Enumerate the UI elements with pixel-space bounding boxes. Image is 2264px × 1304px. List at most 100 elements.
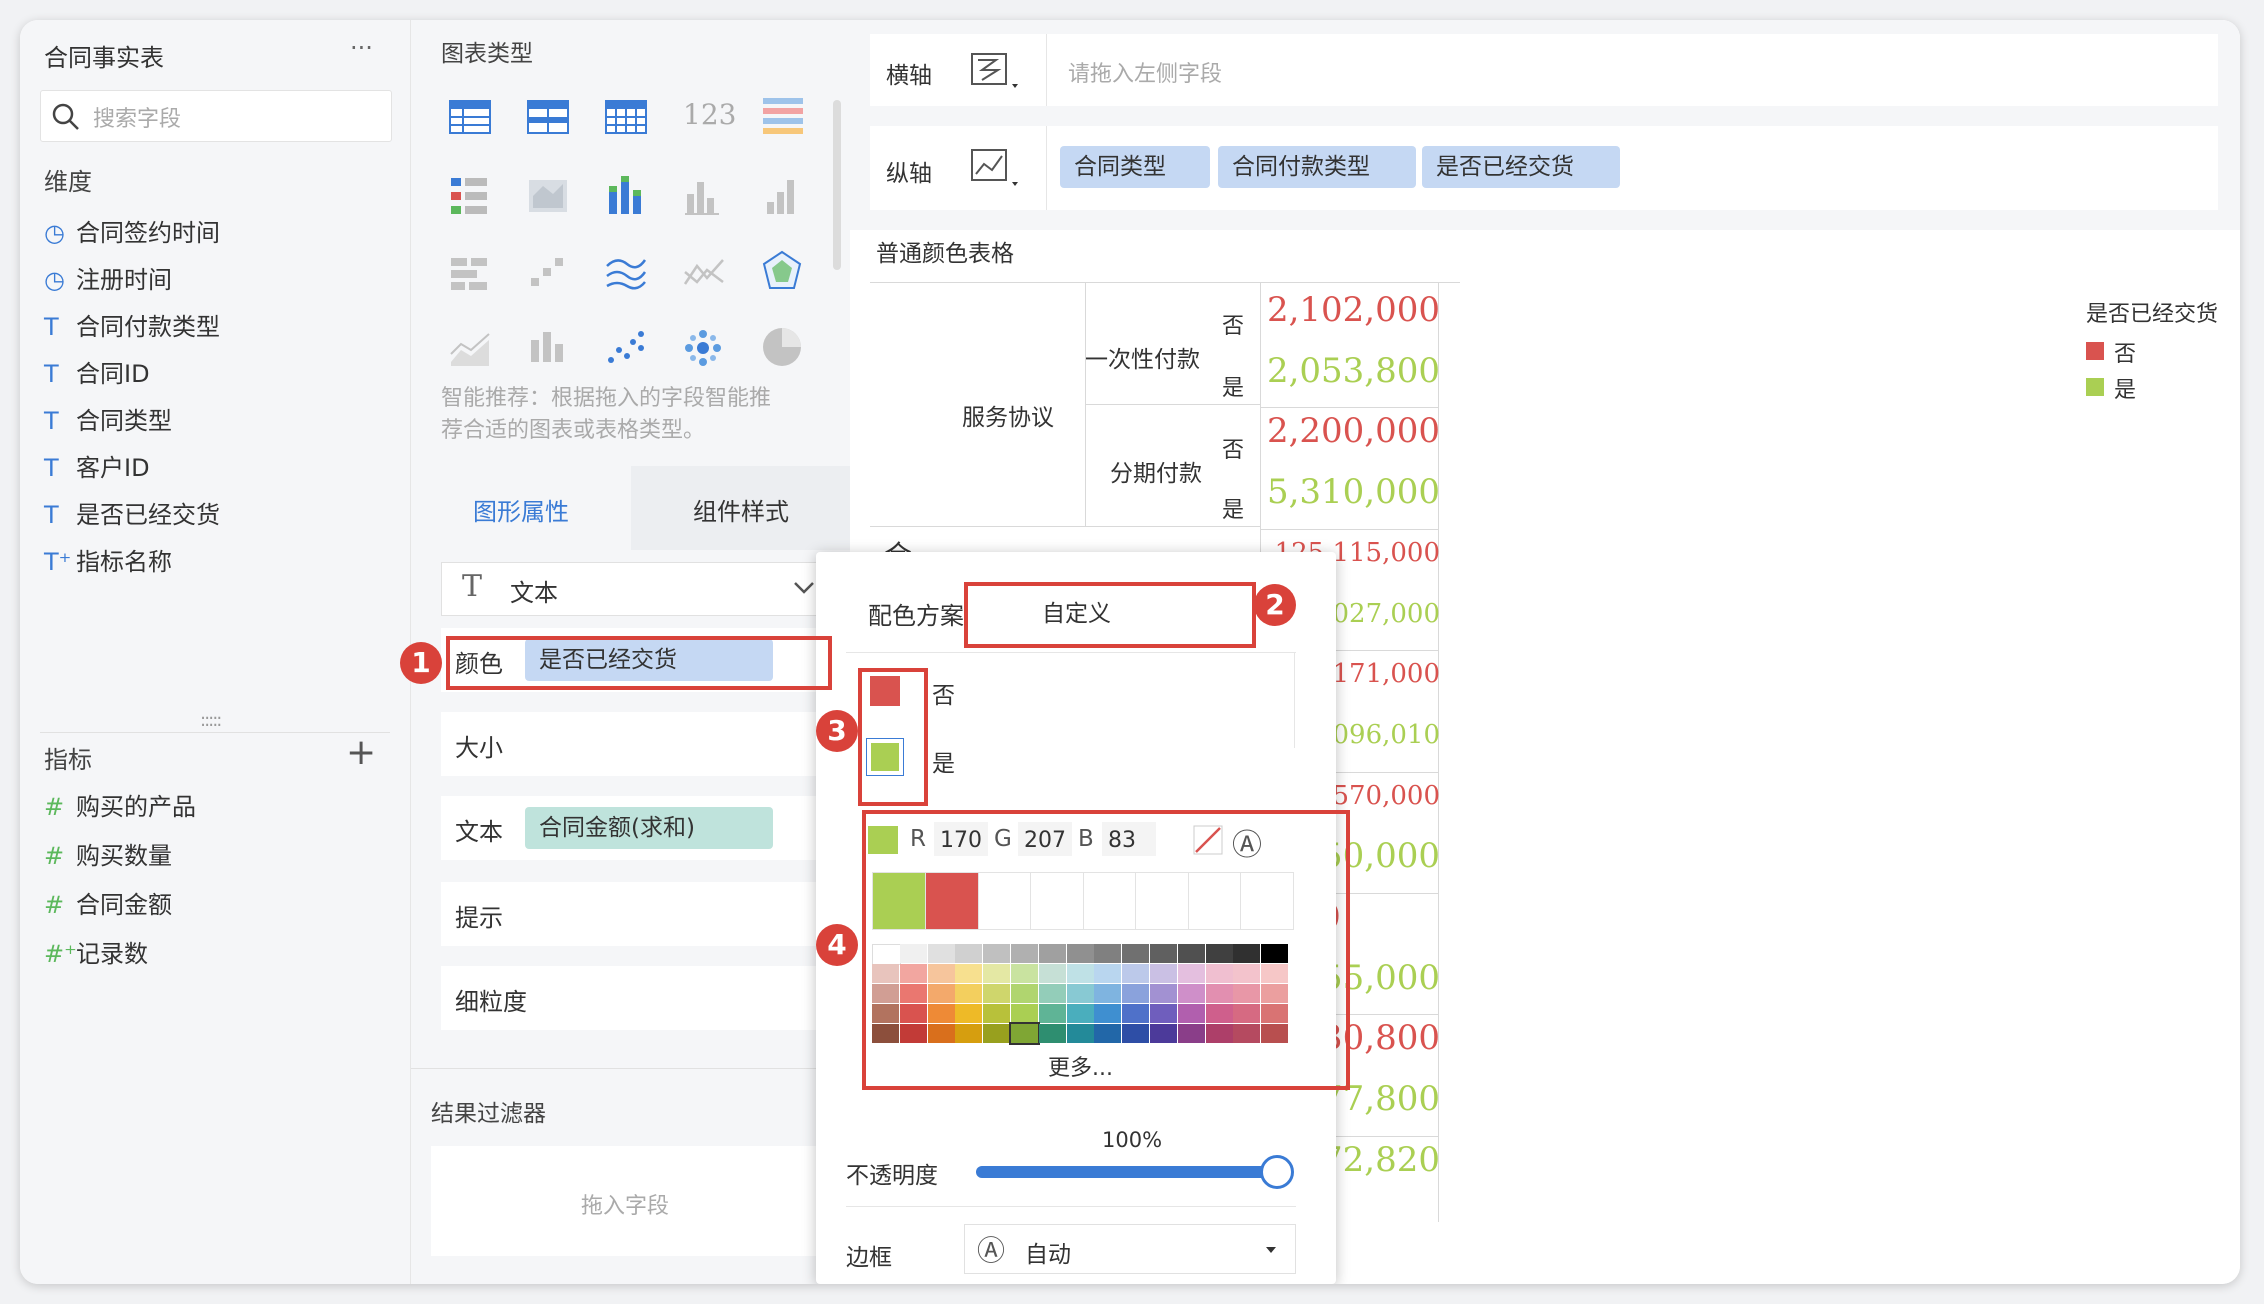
field-label: 合同金额	[76, 891, 172, 919]
y-field-chip[interactable]: 合同类型	[1060, 146, 1210, 188]
step-chart-icon[interactable]	[527, 254, 567, 292]
annotation-box-3	[858, 668, 928, 806]
text-icon: T	[44, 360, 59, 388]
annotation-badge-3: 3	[816, 710, 858, 752]
annotation-badge-1: 1	[400, 642, 442, 684]
line-chart-icon[interactable]	[683, 252, 725, 292]
radar-chart-icon[interactable]	[761, 250, 803, 292]
range-bar-icon[interactable]	[451, 252, 489, 292]
table-title: 普通颜色表格	[876, 241, 1014, 267]
drag-handle[interactable]: :::::	[200, 710, 222, 731]
divider	[411, 1068, 851, 1069]
bubble-chart-icon[interactable]	[681, 326, 725, 370]
size-property[interactable]: 大小	[441, 712, 831, 776]
text-formula-icon: T⁺	[44, 548, 72, 576]
field-item[interactable]: T 合同类型	[44, 404, 172, 438]
divider	[1046, 126, 1047, 210]
field-label: 合同签约时间	[76, 219, 220, 247]
filter-drop-zone[interactable]: 拖入字段	[431, 1146, 831, 1256]
legend-swatch	[2086, 378, 2104, 396]
text-property[interactable]: 文本 合同金额(求和)	[441, 796, 831, 860]
field-item[interactable]: T 是否已经交货	[44, 498, 220, 532]
opacity-label: 不透明度	[846, 1163, 938, 1189]
multi-line-icon[interactable]	[605, 252, 647, 292]
field-label: 购买的产品	[76, 793, 196, 821]
y-axis-row[interactable]: 纵轴 合同类型 合同付款类型 是否已经交货	[870, 126, 2218, 210]
chevron-down-icon	[794, 582, 814, 594]
field-item[interactable]: T 合同ID	[44, 357, 150, 391]
field-item[interactable]: T 客户ID	[44, 451, 150, 485]
opacity-slider[interactable]	[976, 1155, 1294, 1189]
stacked-bar-icon[interactable]	[607, 174, 645, 216]
annotation-badge-4: 4	[816, 924, 858, 966]
annotation-badge-2: 2	[1254, 584, 1296, 626]
field-label: 是否已经交货	[76, 501, 220, 529]
y-field-chip[interactable]: 是否已经交货	[1422, 146, 1620, 188]
legend-list-icon[interactable]	[451, 176, 487, 216]
app-window: 合同事实表 ··· 搜索字段 维度 ◷ 合同签约时间 ◷ 注册时间 T 合同付款类型 T 合同…	[20, 20, 2240, 1284]
tooltip-property[interactable]: 提示	[441, 882, 831, 946]
y-field-chip[interactable]: 合同付款类型	[1218, 146, 1416, 188]
table-icon[interactable]	[449, 100, 491, 134]
field-item[interactable]: # 购买的产品	[44, 790, 196, 824]
field-item[interactable]: # 购买数量	[44, 839, 172, 873]
scatter-chart-icon[interactable]	[605, 328, 647, 368]
x-axis-row[interactable]: 横轴 请拖入左侧字段	[870, 34, 2218, 106]
text-type-icon: T	[462, 569, 483, 604]
field-item[interactable]: T 合同付款类型	[44, 310, 220, 344]
divider	[1046, 34, 1047, 106]
legend-swatch	[2086, 342, 2104, 360]
field-label: 客户ID	[76, 454, 150, 482]
mark-type-select[interactable]: T 文本	[441, 562, 833, 616]
group-table-icon[interactable]	[527, 100, 569, 134]
pie-chart-icon[interactable]	[761, 326, 803, 368]
add-measure-button[interactable]: +	[346, 732, 376, 773]
opacity-slider-handle[interactable]	[1260, 1155, 1294, 1189]
tab-component-style[interactable]: 组件样式	[631, 466, 851, 550]
map-icon[interactable]	[527, 176, 569, 216]
text-field-chip[interactable]: 合同金额(求和)	[525, 807, 773, 849]
chart-types-title: 图表类型	[441, 41, 533, 67]
bar-chart-icon[interactable]	[685, 176, 721, 216]
hash-icon: #	[44, 891, 65, 919]
field-panel: 合同事实表 ··· 搜索字段 维度 ◷ 合同签约时间 ◷ 注册时间 T 合同付款类型 T 合同…	[20, 20, 410, 1284]
border-label: 边框	[846, 1245, 892, 1271]
legend-label: 否	[2114, 342, 2137, 367]
field-label: 注册时间	[76, 266, 172, 294]
clock-icon: ◷	[44, 219, 65, 247]
field-item[interactable]: T⁺ 指标名称	[44, 545, 172, 579]
axis-chart-icon[interactable]	[970, 50, 1022, 94]
column-chart-icon[interactable]	[763, 176, 799, 216]
tab-graph-properties[interactable]: 图形属性	[411, 466, 631, 550]
recommend-text-2: 荐合适的图表或表格类型。	[441, 418, 706, 443]
line-axis-icon[interactable]	[970, 146, 1022, 190]
boxplot-icon[interactable]	[529, 328, 565, 368]
table-cell-value: 2,053,800	[1266, 350, 1440, 391]
table-cell-value: 2,200,000	[1266, 411, 1440, 452]
annotation-box-1	[446, 636, 832, 690]
more-icon[interactable]: ···	[350, 34, 373, 62]
search-input[interactable]: 搜索字段	[93, 101, 181, 133]
border-select[interactable]: Ⓐ 自动	[964, 1224, 1296, 1274]
color-table-icon[interactable]	[763, 96, 803, 138]
field-item[interactable]: # 合同金额	[44, 888, 172, 922]
field-item[interactable]: #⁺记录数	[44, 937, 148, 971]
filter-title: 结果过滤器	[431, 1101, 546, 1127]
kpi-number-icon[interactable]: 123	[683, 98, 736, 131]
text-icon: T	[44, 454, 59, 482]
field-item[interactable]: ◷ 注册时间	[44, 263, 172, 297]
area-chart-icon[interactable]	[449, 328, 491, 368]
row-header: 服务协议	[962, 405, 1054, 431]
recommend-text: 智能推荐：根据拖入的字段智能推	[441, 386, 772, 411]
field-label: 指标名称	[76, 548, 172, 576]
chart-types-scrollbar[interactable]	[833, 100, 841, 270]
text-icon: T	[44, 407, 59, 435]
hash-icon: #	[44, 842, 65, 870]
granularity-property[interactable]: 细粒度	[441, 966, 831, 1030]
field-item[interactable]: ◷ 合同签约时间	[44, 216, 220, 250]
cross-table-icon[interactable]	[605, 100, 647, 134]
x-axis-drop-input[interactable]: 请拖入左侧字段	[1068, 56, 1222, 88]
divider	[40, 732, 390, 733]
search-box[interactable]: 搜索字段	[40, 90, 392, 142]
text-icon: T	[44, 313, 59, 341]
